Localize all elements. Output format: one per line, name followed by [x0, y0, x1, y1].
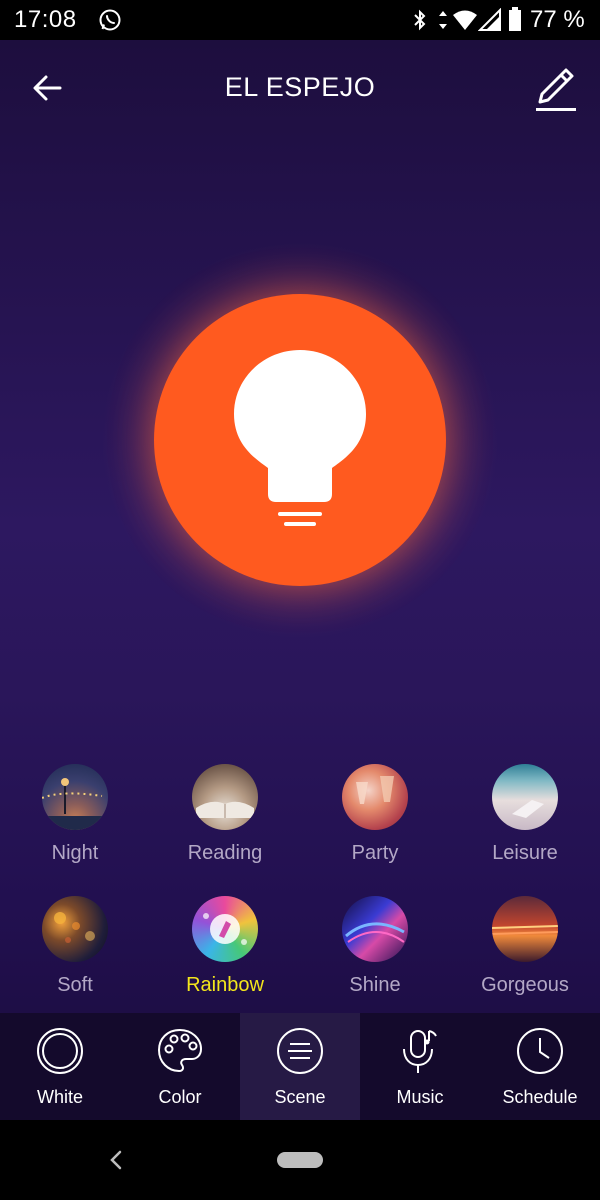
scene-label: Night: [51, 842, 99, 864]
whatsapp-icon: [99, 9, 121, 31]
tab-label: Scene: [274, 1087, 326, 1107]
scene-label: Leisure: [492, 842, 558, 864]
scene-gorgeous[interactable]: Gorgeous: [450, 896, 600, 997]
page-title: EL ESPEJO: [224, 72, 376, 102]
scene-label: Shine: [349, 974, 401, 996]
scene-label: Reading: [187, 842, 263, 864]
scene-label: Party: [351, 842, 399, 864]
tab-label: White: [36, 1087, 83, 1107]
tab-schedule[interactable]: Schedule: [480, 1013, 600, 1120]
clock-icon: [517, 1028, 563, 1074]
scene-night-thumbnail: [42, 764, 108, 830]
data-arrows-icon: [439, 11, 447, 29]
scene-lines-icon: [277, 1028, 323, 1074]
scene-party-thumbnail: [342, 764, 408, 830]
scene-rainbow-thumbnail: [192, 896, 258, 962]
nav-back-icon[interactable]: [104, 1148, 128, 1172]
cell-signal-icon: [478, 8, 501, 31]
battery-percent: 77 %: [530, 6, 585, 33]
scene-label: Rainbow: [186, 974, 264, 996]
scene-shine[interactable]: Shine: [300, 896, 450, 997]
bulb-power-button[interactable]: [154, 294, 446, 586]
scene-reading[interactable]: Reading: [150, 764, 300, 865]
tab-scene[interactable]: Scene: [240, 1013, 360, 1120]
bottom-tab-bar: White Color Scene Music Schedule: [0, 1013, 600, 1120]
tab-label: Schedule: [502, 1087, 578, 1107]
tab-color[interactable]: Color: [120, 1013, 240, 1120]
bulb-icon: [234, 350, 366, 526]
battery-icon: [509, 7, 521, 31]
tab-label: Music: [396, 1087, 444, 1107]
app-screen: EL ESPEJO Night Reading Party Leisure So…: [0, 40, 600, 1120]
white-circle-icon: [37, 1028, 83, 1074]
scene-label: Gorgeous: [481, 974, 569, 996]
microphone-music-icon: [403, 1030, 437, 1073]
scene-reading-thumbnail: [192, 764, 258, 830]
scene-rainbow[interactable]: Rainbow: [150, 896, 300, 997]
tab-white[interactable]: White: [0, 1013, 120, 1120]
scene-soft-thumbnail: [42, 896, 108, 962]
header: EL ESPEJO: [0, 40, 600, 136]
scene-label: Soft: [57, 974, 93, 996]
scene-leisure[interactable]: Leisure: [450, 764, 600, 865]
palette-icon: [157, 1028, 203, 1073]
status-bar: 17:08 77 %: [0, 0, 600, 40]
scene-leisure-thumbnail: [492, 764, 558, 830]
nav-home-pill[interactable]: [277, 1152, 323, 1168]
tab-label: Color: [158, 1087, 202, 1107]
system-nav-bar: [0, 1120, 600, 1200]
bluetooth-icon: [414, 9, 426, 31]
tab-music[interactable]: Music: [360, 1013, 480, 1120]
scene-party[interactable]: Party: [300, 764, 450, 865]
scene-night[interactable]: Night: [0, 764, 150, 865]
scene-soft[interactable]: Soft: [0, 896, 150, 997]
edit-button[interactable]: [530, 66, 580, 114]
wifi-icon: [453, 10, 477, 30]
scene-shine-thumbnail: [342, 896, 408, 962]
status-time: 17:08: [14, 6, 77, 33]
scene-gorgeous-thumbnail: [492, 896, 558, 962]
